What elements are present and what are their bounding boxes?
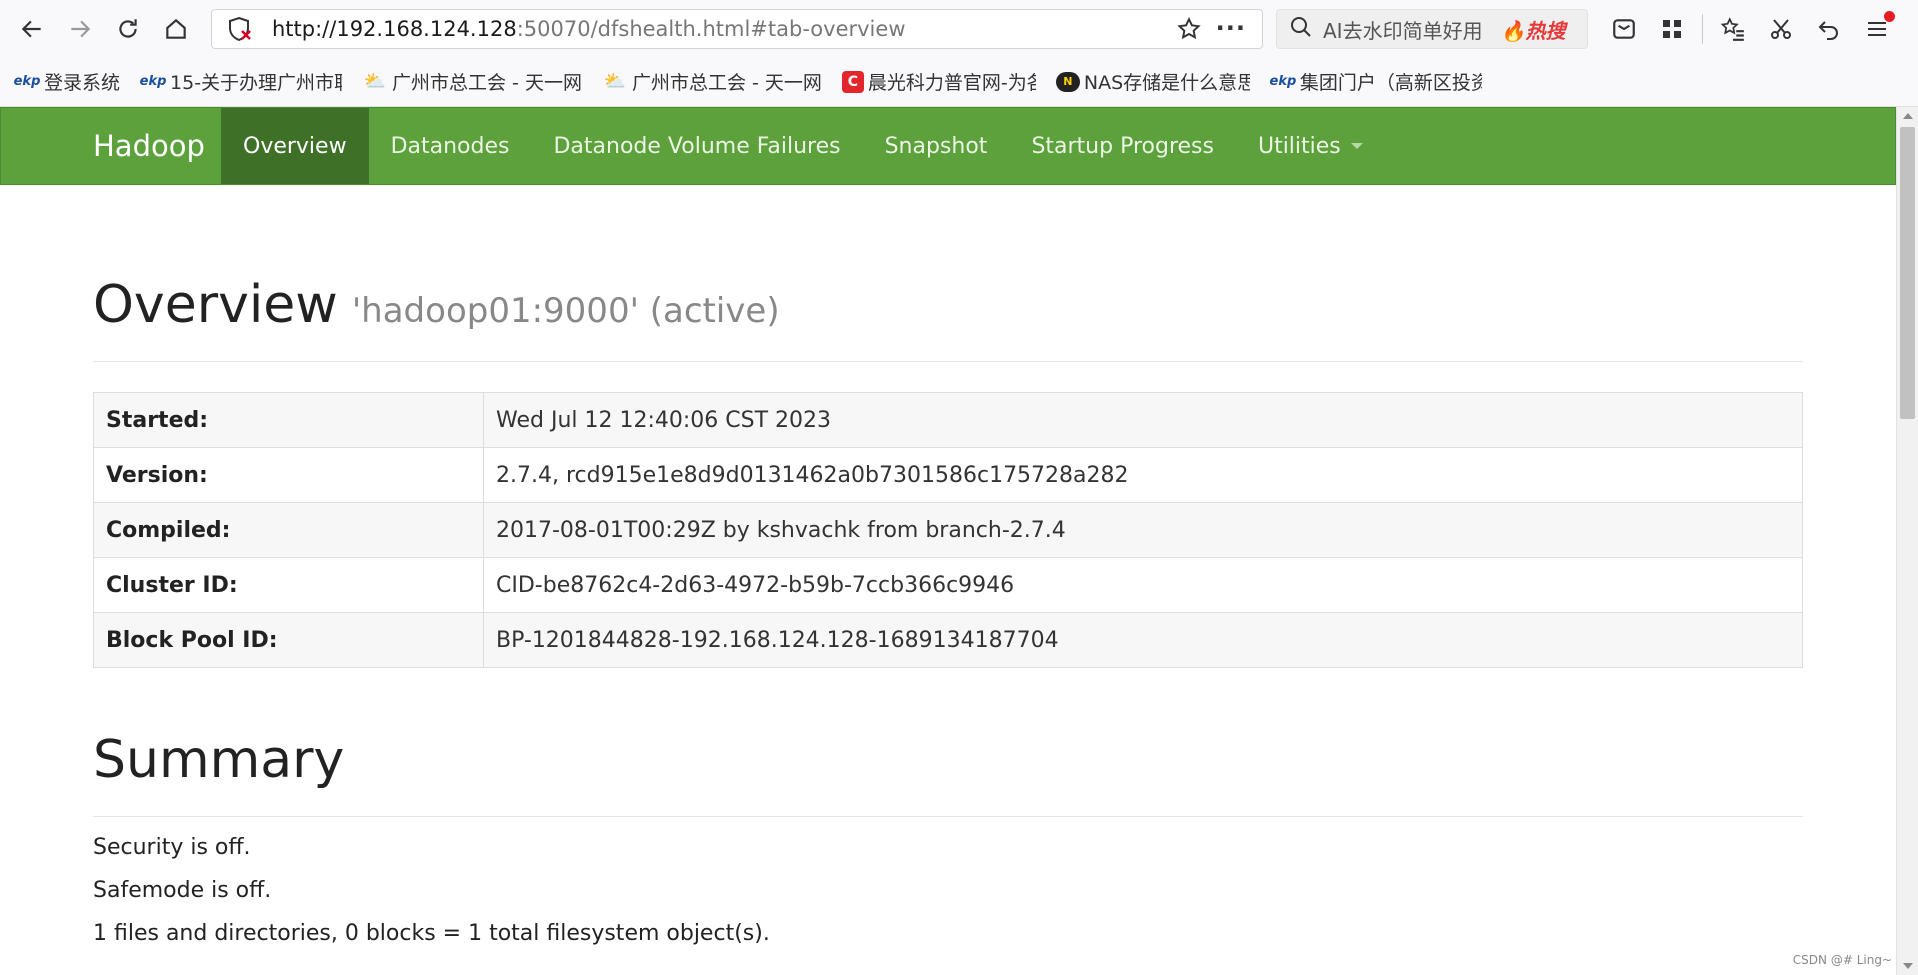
summary-divider <box>93 816 1803 817</box>
bookmarks-bar: ekp 登录系统 ekp 15-关于办理广州市职 ⛅ 广州市总工会 - 天一网 ⛅ 广州… <box>0 57 1918 107</box>
toolbar-separator <box>1702 14 1703 44</box>
overview-title: Overview <box>93 275 338 335</box>
forward-button[interactable] <box>60 9 100 49</box>
search-suggestion-text: AI去水印简单好用 <box>1323 18 1483 43</box>
bookmark-item[interactable]: ⛅ 广州市总工会 - 天一网 <box>602 68 822 95</box>
scroll-up-arrow-icon[interactable] <box>1903 113 1913 119</box>
arrow-left-icon <box>21 20 41 38</box>
bookmark-item[interactable]: ekp 集团门户（高新区投资 <box>1270 68 1482 95</box>
insecure-shield-icon[interactable] <box>226 15 254 43</box>
hot-search-badge[interactable]: 🔥热搜 <box>1501 15 1566 44</box>
heading-divider <box>93 361 1803 362</box>
tab-snapshot[interactable]: Snapshot <box>863 108 1010 184</box>
row-key: Compiled: <box>93 502 484 558</box>
tab-utilities-dropdown[interactable]: Utilities <box>1236 108 1385 184</box>
bookmark-item[interactable]: ekp 15-关于办理广州市职 <box>140 68 342 95</box>
overview-heading: Overview 'hadoop01:9000' (active) <box>93 275 1803 335</box>
scroll-down-arrow-icon[interactable] <box>1903 963 1913 969</box>
main-content: Overview 'hadoop01:9000' (active) Started… <box>93 185 1803 946</box>
page-scrollbar[interactable] <box>1896 107 1918 975</box>
bookmark-star-icon[interactable] <box>1176 16 1202 46</box>
filesystem-objects-text: 1 files and directories, 0 blocks = 1 to… <box>93 921 770 946</box>
page-actions-more-icon[interactable]: ··· <box>1216 14 1246 42</box>
ekp-logo-icon: ekp <box>139 74 167 89</box>
url-host: http://192.168.124.128 <box>272 17 517 41</box>
notification-dot <box>1884 11 1895 22</box>
search-icon <box>1289 15 1313 43</box>
home-icon <box>166 18 186 39</box>
tab-datanode-volume-failures[interactable]: Datanode Volume Failures <box>531 108 862 184</box>
arrow-right-icon <box>71 20 91 38</box>
row-key: Version: <box>93 447 484 503</box>
bookmark-item[interactable]: ekp 登录系统 <box>14 68 120 95</box>
overview-namenode-subtitle: 'hadoop01:9000' (active) <box>351 291 780 331</box>
row-key: Block Pool ID: <box>93 612 484 668</box>
hadoop-brand[interactable]: Hadoop <box>1 108 221 184</box>
bookmark-item[interactable]: ⛅ 广州市总工会 - 天一网 <box>362 68 582 95</box>
toolbar-right-icons <box>1600 9 1901 49</box>
address-bar[interactable]: http://192.168.124.128:50070/dfshealth.h… <box>211 9 1263 49</box>
tab-startup-progress[interactable]: Startup Progress <box>1009 108 1236 184</box>
nas-logo-icon: N <box>1055 71 1080 92</box>
caret-down-icon <box>1350 143 1363 149</box>
sun-logo-icon: ⛅ <box>363 71 387 92</box>
bookmark-item[interactable]: C 晨光科力普官网-为各 <box>841 68 1036 95</box>
row-key: Started: <box>93 392 484 448</box>
table-row: Block Pool ID: BP-1201844828-192.168.124… <box>93 612 1803 668</box>
scrollbar-thumb[interactable] <box>1900 127 1915 419</box>
tab-utilities-label: Utilities <box>1257 133 1341 159</box>
row-key: Cluster ID: <box>93 557 484 613</box>
red-brand-logo-icon: C <box>841 70 864 93</box>
row-value: Wed Jul 12 12:40:06 CST 2023 <box>483 392 1803 448</box>
table-row: Cluster ID: CID-be8762c4-2d63-4972-b59b-… <box>93 557 1803 613</box>
tab-overview[interactable]: Overview <box>221 108 369 184</box>
table-row: Compiled: 2017-08-01T00:29Z by kshvachk … <box>93 502 1803 558</box>
menu-hamburger-icon[interactable] <box>1853 9 1901 49</box>
search-box[interactable]: AI去水印简单好用 🔥热搜 <box>1276 9 1588 49</box>
url-path: :50070/dfshealth.html#tab-overview <box>516 17 906 41</box>
home-button[interactable] <box>156 9 196 49</box>
tab-datanodes[interactable]: Datanodes <box>369 108 532 184</box>
reload-button[interactable] <box>108 9 148 49</box>
safemode-status-text: Safemode is off. <box>93 878 272 903</box>
back-button[interactable] <box>12 9 52 49</box>
apps-grid-icon[interactable] <box>1648 9 1696 49</box>
undo-close-tab-icon[interactable] <box>1805 9 1853 49</box>
browser-toolbar: http://192.168.124.128:50070/dfshealth.h… <box>0 0 1918 57</box>
ekp-logo-icon: ekp <box>1269 74 1297 89</box>
row-value: 2017-08-01T00:29Z by kshvachk from branc… <box>483 502 1803 558</box>
row-value: BP-1201844828-192.168.124.128-1689134187… <box>483 612 1803 668</box>
table-row: Started: Wed Jul 12 12:40:06 CST 2023 <box>93 392 1803 448</box>
url-text[interactable]: http://192.168.124.128:50070/dfshealth.h… <box>272 17 906 41</box>
summary-heading: Summary <box>93 730 345 790</box>
screenshot-scissors-icon[interactable] <box>1757 9 1805 49</box>
table-row: Version: 2.7.4, rcd915e1e8d9d0131462a0b7… <box>93 447 1803 503</box>
row-value: 2.7.4, rcd915e1e8d9d0131462a0b7301586c17… <box>483 447 1803 503</box>
ekp-logo-icon: ekp <box>13 74 41 89</box>
reload-icon <box>119 19 137 38</box>
row-value: CID-be8762c4-2d63-4972-b59b-7ccb366c9946 <box>483 557 1803 613</box>
reader-view-icon[interactable] <box>1600 9 1648 49</box>
security-status-text: Security is off. <box>93 835 251 860</box>
summary-lines: Security is off. Safemode is off. 1 file… <box>93 835 1803 946</box>
bookmark-item[interactable]: N NAS存储是什么意思 <box>1055 68 1250 95</box>
hadoop-navbar: Hadoop Overview Datanodes Datanode Volum… <box>0 107 1896 185</box>
favorites-list-icon[interactable] <box>1709 9 1757 49</box>
sun-logo-icon: ⛅ <box>603 71 627 92</box>
csdn-watermark: CSDN @# Ling~ <box>1792 953 1892 967</box>
overview-info-table: Started: Wed Jul 12 12:40:06 CST 2023 Ve… <box>93 392 1803 668</box>
